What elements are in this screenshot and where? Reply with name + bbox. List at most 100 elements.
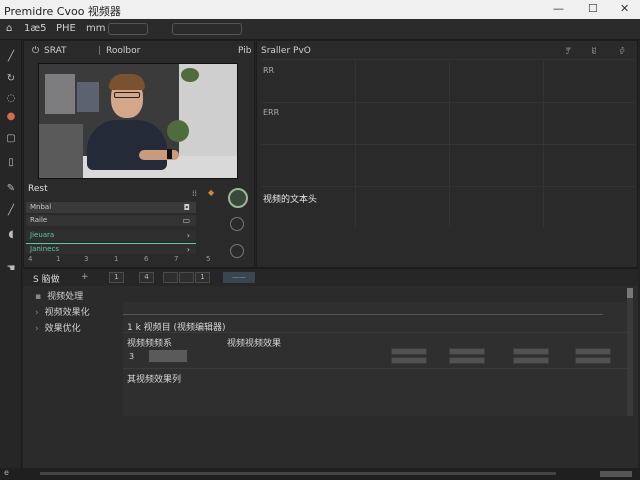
timecode-badge[interactable]: —— — [223, 272, 255, 283]
person-torso — [87, 120, 167, 170]
row-label-3: 其视频效果列 — [127, 375, 182, 385]
param-field[interactable] — [449, 357, 485, 364]
list-header-icon[interactable]: ◆ — [208, 188, 214, 197]
tab-source-icon[interactable]: ⏻ — [32, 46, 39, 56]
monitor-graphic — [77, 82, 99, 112]
grid-line — [261, 186, 635, 187]
row-slider[interactable] — [149, 350, 187, 362]
page-tool-icon[interactable]: ▯ — [4, 156, 18, 170]
horizontal-scrollbar[interactable] — [40, 472, 556, 475]
ruler-tick: 5 — [206, 255, 211, 263]
detail-divider — [123, 332, 628, 333]
source-monitor-panel: ⏻ SRAT | Roolbor Pib Rest ⁞⁞ ◆ Mnbal ◘ Ra… — [23, 40, 255, 268]
tree-item-1[interactable]: ▪ 视频处理 — [35, 289, 83, 302]
ruler-tick: 7 — [174, 255, 179, 263]
ruler-tick: 6 — [144, 255, 149, 263]
tree-item-2[interactable]: › 视频效果化 — [35, 305, 90, 318]
panel-icon-1[interactable]: ꂖ — [561, 45, 575, 56]
menu-selector[interactable] — [108, 23, 148, 35]
param-field[interactable] — [391, 357, 427, 364]
effect-detail: 1 k 视频目 (视频编辑器) 视频频频系 视频视频效果 3 其视频效果列 — [123, 302, 628, 416]
menu-item-1[interactable]: 1æ5 — [24, 23, 47, 34]
list-item-1[interactable]: Mnbal ◘ — [26, 202, 196, 213]
timeline-button-4[interactable] — [179, 272, 194, 283]
panel-icon-3[interactable]: ꀆ — [615, 45, 629, 56]
grid-label-1: RR — [263, 66, 275, 75]
list-item-3[interactable]: Jieuara › — [26, 230, 196, 241]
pen-tool-icon[interactable]: ╱ — [4, 50, 18, 64]
zoom-slider[interactable] — [600, 471, 632, 477]
settings-circle-button[interactable] — [230, 244, 244, 258]
timeline-label: S 脑做 — [33, 275, 60, 285]
record-circle-button[interactable] — [228, 188, 248, 208]
tab-roolbor[interactable]: Roolbor — [106, 46, 140, 56]
hand-icon[interactable]: ☚ — [4, 262, 18, 276]
ruler-tick: 3 — [84, 255, 89, 263]
panel-icon-2[interactable]: ꀂ — [587, 45, 601, 56]
home-icon[interactable]: ⌂ — [6, 23, 12, 34]
tab-divider: | — [98, 46, 102, 56]
line-tool-icon[interactable]: ╱ — [4, 204, 18, 218]
detail-divider — [123, 368, 628, 369]
param-field[interactable] — [391, 348, 427, 355]
workspace-selector[interactable] — [172, 23, 242, 35]
watch-graphic — [167, 149, 172, 159]
zoom-tool-icon[interactable]: ◌ — [4, 92, 18, 106]
source-ruler: 4 1 3 1 6 7 5 — [26, 255, 216, 265]
bookshelf-graphic — [45, 74, 75, 114]
grid-line — [355, 60, 356, 228]
crop-tool-icon[interactable]: ▢ — [4, 132, 18, 146]
hand-tool-icon[interactable]: ↻ — [4, 72, 18, 86]
param-field[interactable] — [575, 357, 611, 364]
timeline-button-3[interactable] — [163, 272, 178, 283]
tab-srat[interactable]: SRAT — [44, 46, 67, 56]
list-header-value: ⁞⁞ — [192, 189, 198, 198]
ruler-tick: 1 — [56, 255, 61, 263]
tab-sraller[interactable]: Sraller PvO — [261, 46, 311, 56]
loop-circle-button[interactable] — [230, 217, 244, 231]
param-field[interactable] — [513, 357, 549, 364]
tools-panel: ╱ ↻ ◌ ● ▢ ▯ ✎ ╱ ◖ ☚ — [0, 40, 22, 468]
list-item-2[interactable]: Raile ▭ — [26, 215, 196, 226]
menu-item-2[interactable]: PHE — [56, 23, 76, 34]
grid-line — [261, 144, 635, 145]
close-button[interactable]: ✕ — [620, 2, 629, 15]
person-arm — [139, 150, 179, 160]
effects-scroll-thumb[interactable] — [627, 288, 633, 298]
minimize-button[interactable]: — — [553, 2, 564, 15]
row-label-1: 视频频频系 — [127, 339, 173, 349]
timeline-controls: S 脑做 + 1 4 1 —— — [23, 268, 638, 286]
person-hair — [109, 74, 145, 90]
effects-scrollbar[interactable] — [627, 288, 633, 416]
timeline-button-5[interactable]: 1 — [195, 272, 210, 283]
add-button[interactable]: + — [81, 272, 89, 282]
status-left: e — [4, 468, 9, 477]
param-field[interactable] — [513, 348, 549, 355]
tree-item-3[interactable]: › 效果优化 — [35, 321, 81, 334]
tab-pib[interactable]: Pib — [238, 46, 251, 56]
program-caption: 视频的文本头 — [263, 195, 318, 205]
grid-line — [261, 102, 635, 103]
plant-graphic — [167, 120, 189, 142]
param-field[interactable] — [575, 348, 611, 355]
timeline-button-2[interactable]: 4 — [139, 272, 154, 283]
program-grid[interactable]: RR ERR 视频的文本头 — [261, 59, 635, 228]
title-bar: Premidre Cvoo 视频器 — ☐ ✕ — [0, 0, 640, 19]
laptop-graphic — [39, 124, 83, 178]
timeline-button-1[interactable]: 1 — [109, 272, 124, 283]
row-number: 3 — [129, 352, 135, 361]
list-header: Rest — [28, 184, 48, 194]
glasses-graphic — [114, 92, 140, 98]
list-item-4[interactable]: Janinecs › — [26, 243, 196, 254]
record-tool-icon[interactable]: ● — [4, 110, 18, 124]
video-preview[interactable] — [38, 63, 238, 179]
menu-item-3[interactable]: mm — [86, 23, 105, 34]
ruler-tick: 1 — [114, 255, 119, 263]
audio-tool-icon[interactable]: ◖ — [4, 228, 18, 242]
maximize-button[interactable]: ☐ — [588, 2, 598, 15]
brush-tool-icon[interactable]: ✎ — [4, 182, 18, 196]
effects-panel: ▪ 视频处理 › 视频效果化 › 效果优化 1 k 视频目 (视频编辑器) 视频频频系… — [23, 286, 638, 468]
param-field[interactable] — [449, 348, 485, 355]
grid-label-2: ERR — [263, 108, 280, 117]
plant-top-graphic — [181, 68, 199, 82]
